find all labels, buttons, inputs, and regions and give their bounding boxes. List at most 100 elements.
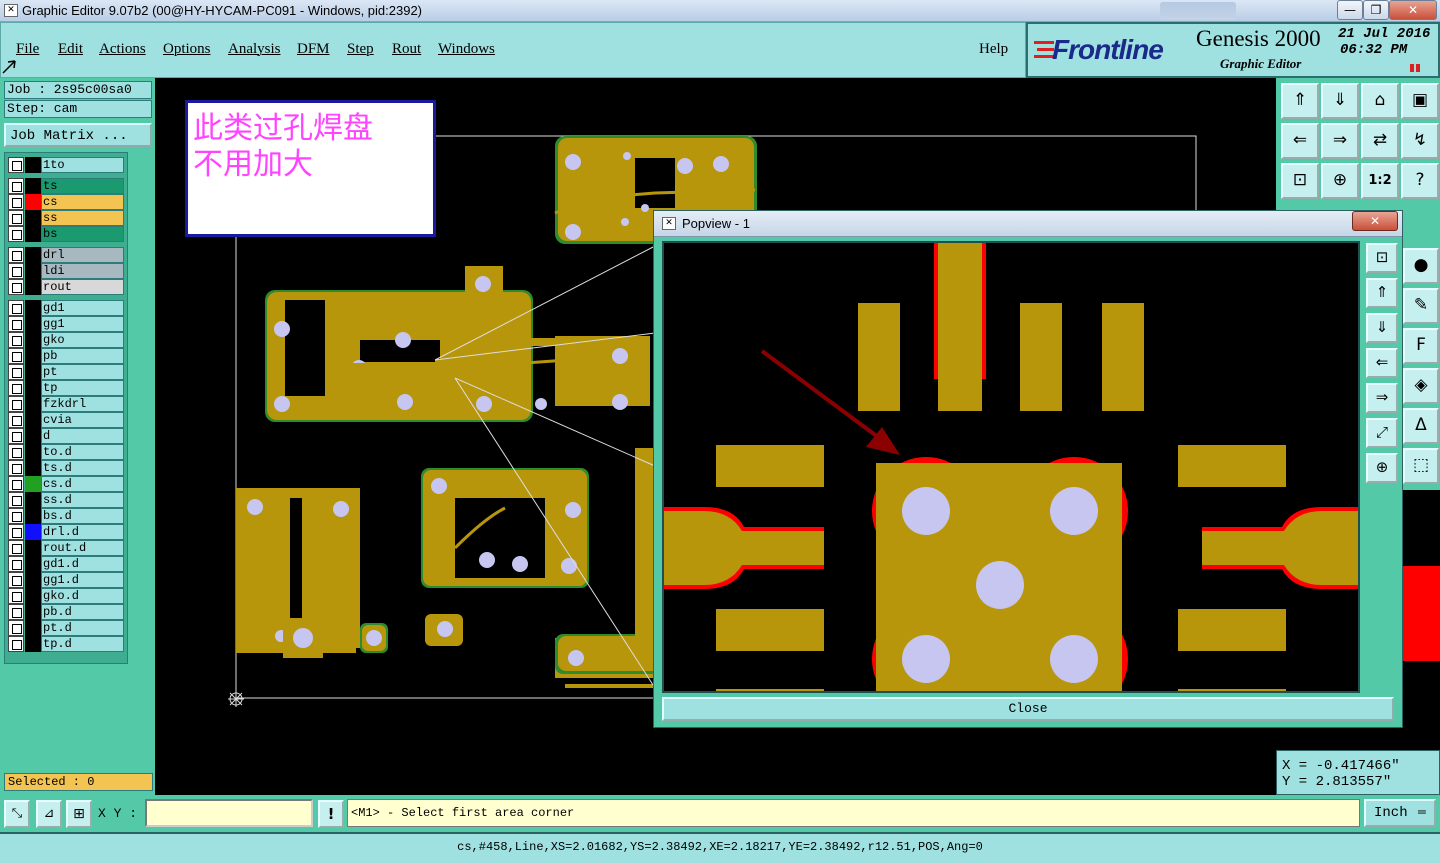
layer-color-swatch[interactable] (25, 316, 41, 332)
layer-row-rout[interactable]: rout (8, 279, 124, 295)
layer-color-swatch[interactable] (25, 588, 41, 604)
popup-fit-icon[interactable]: ⤢ (1366, 418, 1398, 448)
layer-name[interactable]: bs (41, 226, 124, 242)
layer-name[interactable]: drl.d (41, 524, 124, 540)
layer-name[interactable]: cs (41, 194, 124, 210)
layer-name[interactable]: pb (41, 348, 124, 364)
grid-icon[interactable]: ⊞ (66, 800, 92, 828)
layer-checkbox[interactable] (8, 428, 24, 444)
layer-checkbox[interactable] (8, 332, 24, 348)
layer-color-swatch[interactable] (25, 540, 41, 556)
layer-color-swatch[interactable] (25, 492, 41, 508)
layer-name[interactable]: ss (41, 210, 124, 226)
layer-name[interactable]: pb.d (41, 604, 124, 620)
popview-canvas[interactable] (662, 241, 1360, 693)
layer-row-drl.d[interactable]: drl.d (8, 524, 124, 540)
zoom-box-icon[interactable]: ⤡ (4, 800, 30, 828)
layer-row-pt.d[interactable]: pt.d (8, 620, 124, 636)
layer-color-swatch[interactable] (25, 412, 41, 428)
layer-checkbox[interactable] (8, 524, 24, 540)
layer-name[interactable]: d (41, 428, 124, 444)
layer-name[interactable]: gd1 (41, 300, 124, 316)
layer-checkbox[interactable] (8, 364, 24, 380)
layer-color-swatch[interactable] (25, 194, 41, 210)
layer-checkbox[interactable] (8, 556, 24, 572)
scale-1to2-icon[interactable]: 1:2 (1361, 163, 1399, 199)
menu-step[interactable]: Step (347, 41, 374, 58)
measure-icon[interactable]: ⊿ (36, 800, 62, 828)
layer-checkbox[interactable] (8, 508, 24, 524)
popview-close-button[interactable]: Close (662, 697, 1394, 721)
layer-name[interactable]: ts.d (41, 460, 124, 476)
alert-icon[interactable]: ! (318, 800, 344, 828)
layer-row-pb.d[interactable]: pb.d (8, 604, 124, 620)
layer-color-swatch[interactable] (25, 210, 41, 226)
layer-name[interactable]: tp.d (41, 636, 124, 652)
layer-row-bs[interactable]: bs (8, 226, 124, 242)
layer-checkbox[interactable] (8, 247, 24, 263)
layer-name[interactable]: 1to (41, 157, 124, 173)
menu-windows[interactable]: Windows (438, 41, 495, 58)
layer-row-1to[interactable]: 1to (8, 157, 124, 173)
popup-right-icon[interactable]: ⇒ (1366, 383, 1398, 413)
layer-color-swatch[interactable] (25, 178, 41, 194)
popup-up-icon[interactable]: ⇑ (1366, 278, 1398, 308)
layer-name[interactable]: cs.d (41, 476, 124, 492)
layer-checkbox[interactable] (8, 572, 24, 588)
layer-row-fzkdrl[interactable]: fzkdrl (8, 396, 124, 412)
ff-icon[interactable]: F (1403, 328, 1439, 364)
layer-name[interactable]: to.d (41, 444, 124, 460)
layer-name[interactable]: tp (41, 380, 124, 396)
fit-icon[interactable]: ⊡ (1281, 163, 1319, 199)
layer-row-drl[interactable]: drl (8, 247, 124, 263)
center-icon[interactable]: ⊕ (1321, 163, 1359, 199)
layer-color-swatch[interactable] (25, 604, 41, 620)
popview-close-icon[interactable]: ✕ (1352, 211, 1398, 231)
layer-color-swatch[interactable] (25, 636, 41, 652)
layer-row-gko.d[interactable]: gko.d (8, 588, 124, 604)
layer-color-swatch[interactable] (25, 396, 41, 412)
layer-name[interactable]: pt.d (41, 620, 124, 636)
layer-row-gg1.d[interactable]: gg1.d (8, 572, 124, 588)
layer-name[interactable]: rout (41, 279, 124, 295)
layer-color-swatch[interactable] (25, 279, 41, 295)
menu-actions[interactable]: Actions (99, 41, 146, 58)
layer-checkbox[interactable] (8, 412, 24, 428)
layer-name[interactable]: gko (41, 332, 124, 348)
menu-help[interactable]: Help (979, 41, 1008, 58)
layer-color-swatch[interactable] (25, 556, 41, 572)
layer-name[interactable]: drl (41, 247, 124, 263)
layer-name[interactable]: rout.d (41, 540, 124, 556)
popview-titlebar[interactable]: ✕ Popview - 1 ✕ (654, 211, 1402, 237)
menu-rout[interactable]: Rout (392, 41, 421, 58)
layer-color-swatch[interactable] (25, 620, 41, 636)
window-icon[interactable]: ▣ (1401, 83, 1439, 119)
layer-name[interactable]: gg1.d (41, 572, 124, 588)
layer-checkbox[interactable] (8, 460, 24, 476)
layer-row-ts.d[interactable]: ts.d (8, 460, 124, 476)
layer-checkbox[interactable] (8, 279, 24, 295)
layer-checkbox[interactable] (8, 588, 24, 604)
layer-name[interactable]: fzkdrl (41, 396, 124, 412)
layer-checkbox[interactable] (8, 348, 24, 364)
layer-checkbox[interactable] (8, 492, 24, 508)
layer-row-cvia[interactable]: cvia (8, 412, 124, 428)
zoom-home2-icon[interactable]: ⌂ (1361, 83, 1399, 119)
job-matrix-button[interactable]: Job Matrix ... (4, 123, 152, 147)
layer-row-cs[interactable]: cs (8, 194, 124, 210)
zoom-home-icon[interactable]: ⇑ (1281, 83, 1319, 119)
layer-name[interactable]: gg1 (41, 316, 124, 332)
layer-row-d[interactable]: d (8, 428, 124, 444)
layer-name[interactable]: gko.d (41, 588, 124, 604)
flip-icon[interactable]: ⇄ (1361, 123, 1399, 159)
route-icon[interactable]: ✎ (1403, 288, 1439, 324)
layer-checkbox[interactable] (8, 396, 24, 412)
units-selector[interactable]: Inch ═ (1364, 799, 1436, 827)
layer-checkbox[interactable] (8, 157, 24, 173)
shapes-icon[interactable]: ◈ (1403, 368, 1439, 404)
menu-analysis[interactable]: Analysis (228, 41, 281, 58)
selection-icon[interactable]: ⬚ (1403, 448, 1439, 484)
layer-row-rout.d[interactable]: rout.d (8, 540, 124, 556)
layer-checkbox[interactable] (8, 300, 24, 316)
popup-down-icon[interactable]: ⇓ (1366, 313, 1398, 343)
